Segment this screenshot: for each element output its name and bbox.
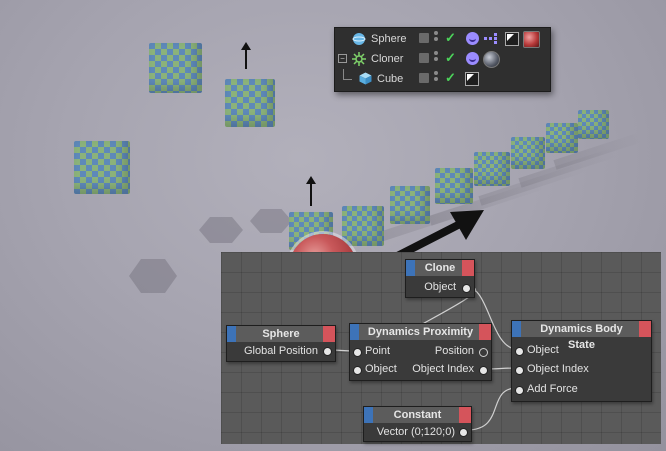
object-label: Cloner: [371, 53, 404, 65]
visibility-dots[interactable]: [434, 51, 439, 63]
node-input-tab[interactable]: [512, 321, 521, 337]
output-port[interactable]: [479, 366, 488, 375]
node-output-tab[interactable]: [459, 407, 471, 423]
port-label: Object: [424, 281, 456, 293]
node-input-tab[interactable]: [406, 260, 415, 276]
layer-toggle[interactable]: [419, 73, 429, 83]
port-label: Object: [527, 344, 559, 356]
port-label: Object: [365, 363, 397, 375]
layer-toggle[interactable]: [419, 53, 429, 63]
node-title: Clone: [424, 262, 456, 274]
visibility-dots[interactable]: [434, 31, 439, 43]
node-input-tab[interactable]: [227, 326, 236, 342]
layer-toggle[interactable]: [419, 33, 429, 43]
cube-icon: [359, 72, 372, 85]
collapse-toggle-icon[interactable]: −: [338, 54, 347, 63]
up-arrow-icon: [306, 176, 316, 206]
xpresso-tag-icon[interactable]: [466, 32, 479, 45]
node-input-tab[interactable]: [364, 407, 373, 423]
node-clone[interactable]: Clone Object: [405, 259, 475, 298]
sphere-icon: [352, 33, 366, 45]
floating-cube: [149, 43, 202, 93]
clone-cube: [435, 168, 473, 204]
port-label: Point: [365, 345, 391, 357]
phong-tag-icon[interactable]: [465, 72, 479, 86]
floating-cube: [74, 141, 130, 194]
up-arrow-icon: [241, 42, 251, 69]
viewport-scene: Sphere ✓ − Cloner ✓ Cube ✓ Clone Object …: [0, 0, 666, 451]
port-label: Object Index: [412, 363, 474, 375]
object-label: Cube: [377, 73, 404, 85]
enabled-check-icon[interactable]: ✓: [445, 50, 456, 66]
clone-cube: [511, 137, 545, 169]
node-title: Constant: [393, 409, 442, 421]
node-output-tab[interactable]: [479, 324, 491, 340]
node-title: Sphere: [262, 328, 300, 340]
port-label: Add Force: [527, 383, 578, 395]
enabled-check-icon[interactable]: ✓: [445, 70, 456, 86]
port-label: Vector (0;120;0): [376, 426, 455, 438]
input-port[interactable]: [515, 347, 524, 356]
floating-cube: [225, 79, 275, 127]
port-label: Object Index: [527, 363, 589, 375]
object-label: Sphere: [371, 33, 407, 45]
cloner-icon: [352, 52, 366, 66]
hierarchy-line: [343, 69, 352, 80]
object-row-cube[interactable]: Cube ✓: [335, 69, 550, 89]
node-dynamics-proximity[interactable]: Dynamics Proximity Point Object Position…: [349, 323, 492, 381]
dynamics-tag-icon[interactable]: [484, 32, 498, 46]
node-title: Dynamics Proximity: [367, 326, 474, 338]
cube-shadow: [250, 209, 292, 233]
enabled-check-icon[interactable]: ✓: [445, 30, 456, 46]
material-tag-icon[interactable]: [523, 31, 540, 48]
input-port[interactable]: [515, 366, 524, 375]
input-port[interactable]: [515, 386, 524, 395]
visibility-dots[interactable]: [434, 71, 439, 83]
node-sphere[interactable]: Sphere Global Position: [226, 325, 336, 362]
node-output-tab[interactable]: [323, 326, 335, 342]
object-row-cloner[interactable]: − Cloner ✓: [335, 49, 550, 69]
clone-cube: [546, 123, 578, 153]
xpresso-tag-icon[interactable]: [466, 52, 479, 65]
output-port[interactable]: [323, 347, 332, 356]
output-port[interactable]: [462, 284, 471, 293]
object-row-sphere[interactable]: Sphere ✓: [335, 29, 550, 49]
input-port[interactable]: [353, 348, 362, 357]
node-input-tab[interactable]: [350, 324, 359, 340]
input-port[interactable]: [353, 366, 362, 375]
output-port[interactable]: [479, 348, 488, 357]
clone-cube: [474, 152, 510, 186]
object-manager-panel: Sphere ✓ − Cloner ✓ Cube ✓: [334, 27, 551, 92]
xpresso-node-editor[interactable]: Clone Object Sphere Global Position Dyna…: [221, 252, 661, 444]
phong-tag-icon[interactable]: [505, 32, 519, 46]
port-label: Position: [434, 345, 474, 357]
material-tag-icon[interactable]: [483, 51, 500, 68]
node-output-tab[interactable]: [639, 321, 651, 337]
output-port[interactable]: [459, 428, 468, 437]
cube-shadow: [199, 217, 243, 243]
port-label: Global Position: [244, 345, 318, 357]
node-constant[interactable]: Constant Vector (0;120;0): [363, 406, 472, 442]
node-output-tab[interactable]: [462, 260, 474, 276]
cube-shadow: [129, 259, 177, 293]
clone-cube: [578, 110, 609, 139]
node-dynamics-body-state[interactable]: Dynamics Body State Object Object Index …: [511, 320, 652, 402]
